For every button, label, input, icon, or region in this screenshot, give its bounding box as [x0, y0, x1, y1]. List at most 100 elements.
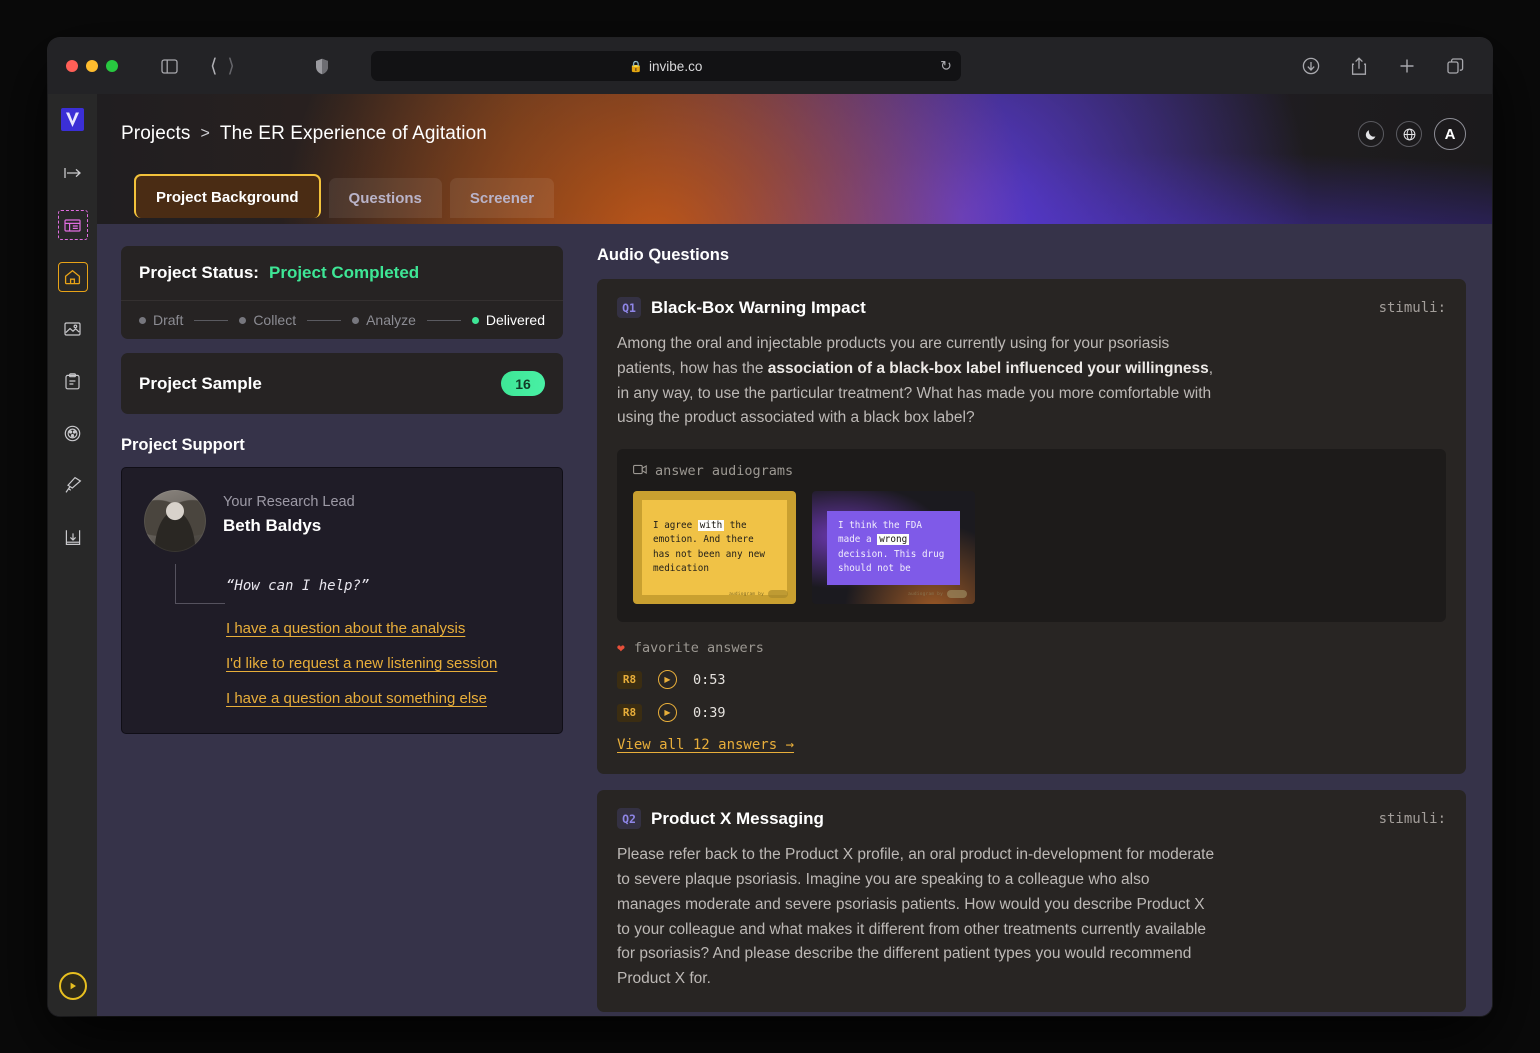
sidebar-item-home[interactable]: [57, 262, 88, 292]
new-tab-icon[interactable]: [1394, 53, 1420, 79]
sidebar-item-media[interactable]: [58, 314, 88, 344]
project-status-header: Project Status: Project Completed: [121, 246, 563, 301]
research-lead-name: Beth Baldys: [223, 516, 322, 535]
sidebar-item-reports[interactable]: [58, 366, 88, 396]
research-lead-role: Your Research Lead: [223, 494, 355, 510]
favorites-label-text: favorite answers: [633, 640, 764, 657]
moon-icon[interactable]: [1358, 121, 1384, 147]
tab-questions[interactable]: Questions: [328, 178, 442, 218]
step-dot: [239, 316, 247, 324]
question-badge: Q1: [617, 297, 641, 318]
question-body: Please refer back to the Product X profi…: [617, 846, 1215, 988]
project-status-label: Project Status:: [139, 263, 259, 282]
minimize-window-button[interactable]: [86, 60, 98, 72]
play-icon[interactable]: ▶: [658, 703, 677, 723]
project-sample-card[interactable]: Project Sample 16: [121, 353, 563, 414]
breadcrumb-separator: >: [200, 125, 210, 142]
support-link-listening-session[interactable]: I'd like to request a new listening sess…: [226, 655, 497, 672]
support-link-analysis[interactable]: I have a question about the analysis: [226, 620, 465, 637]
question-title: Black-Box Warning Impact: [651, 297, 866, 317]
caption-highlight: with: [697, 519, 725, 531]
support-link-other[interactable]: I have a question about something else: [226, 690, 487, 707]
watermark-text: audiogram by: [729, 591, 764, 597]
close-window-button[interactable]: [66, 60, 78, 72]
question-body-bold: association of a black-box label influen…: [767, 359, 1209, 377]
research-lead: Your Research Lead Beth Baldys: [144, 490, 540, 552]
question-card-q2: Q2 Product X Messaging stimuli: Please r…: [597, 790, 1466, 1012]
browser-toolbar: ⟨ ⟩ 🔒 invibe.co ↻: [48, 38, 1492, 94]
navigation-arrows[interactable]: ⟨ ⟩: [210, 57, 235, 76]
back-button[interactable]: ⟨: [210, 57, 217, 76]
address-bar[interactable]: 🔒 invibe.co ↻: [370, 51, 961, 81]
step-label: Analyze: [366, 312, 416, 328]
breadcrumb: Projects > The ER Experience of Agitatio…: [97, 94, 1492, 156]
step-label: Draft: [153, 312, 184, 328]
audiograms-label-text: answer audiograms: [655, 463, 794, 480]
globe-icon[interactable]: [1396, 121, 1422, 147]
question-header: Q1 Black-Box Warning Impact stimuli:: [617, 297, 1446, 318]
favorite-answer-row[interactable]: R8 ▶ 0:39: [617, 703, 1446, 723]
audio-questions-panel: Audio Questions Q1 Black-Box Warning Imp…: [587, 224, 1492, 1016]
answer-duration: 0:53: [693, 671, 726, 688]
status-step-analyze: Analyze: [352, 312, 416, 328]
reload-icon[interactable]: ↻: [940, 58, 952, 75]
audiogram-thumbnail-2[interactable]: I think the FDA made a wrong decision. T…: [812, 491, 975, 604]
view-all-answers-link[interactable]: View all 12 answers →: [617, 737, 794, 753]
audiogram-caption: I agree with the emotion. And there has …: [642, 500, 787, 596]
audiogram-watermark: audiogram by: [729, 590, 788, 599]
question-title: Product X Messaging: [651, 808, 824, 828]
project-sample-count: 16: [501, 371, 545, 396]
caption-after: decision. This drug should not be: [838, 548, 945, 575]
question-card-q1: Q1 Black-Box Warning Impact stimuli: Amo…: [597, 279, 1466, 775]
sidebar-item-downloads[interactable]: [58, 522, 88, 552]
tab-screener[interactable]: Screener: [449, 178, 555, 218]
answer-audiograms-label: answer audiograms: [633, 463, 1430, 479]
favorite-answers-panel: ❤ favorite answers R8 ▶ 0:53 R8 ▶ 0:39 V…: [617, 640, 1446, 754]
header-actions: A: [1358, 118, 1466, 150]
research-lead-meta: Your Research Lead Beth Baldys: [223, 490, 355, 536]
sidebar-toggle-icon[interactable]: [156, 53, 182, 79]
lock-icon: 🔒: [629, 60, 644, 73]
tab-bar: Project Background Questions Screener: [97, 156, 1492, 224]
maximize-window-button[interactable]: [106, 60, 118, 72]
caption-before: I agree: [653, 519, 698, 531]
desktop-background: ⟨ ⟩ 🔒 invibe.co ↻ Projects > The ER Expe…: [0, 0, 1540, 1053]
window-controls[interactable]: [66, 60, 118, 72]
sidebar-item-workspace[interactable]: [57, 210, 88, 240]
tab-overview-icon[interactable]: [1442, 53, 1468, 79]
step-connector: [307, 319, 342, 321]
support-links: I have a question about the analysis I'd…: [226, 620, 540, 707]
sidebar-item-collapse[interactable]: [58, 158, 88, 188]
question-header: Q2 Product X Messaging stimuli:: [617, 808, 1446, 830]
audio-questions-title: Audio Questions: [597, 246, 729, 264]
step-dot: [139, 316, 146, 324]
shield-icon[interactable]: [309, 53, 335, 79]
callout-connector: [175, 564, 225, 604]
respondent-badge: R8: [617, 703, 642, 722]
sidebar-item-explore[interactable]: [58, 470, 88, 500]
url-text: 🔒 invibe.co: [629, 59, 702, 74]
play-icon[interactable]: [58, 972, 87, 1000]
forward-button[interactable]: ⟩: [227, 57, 234, 76]
browser-window: ⟨ ⟩ 🔒 invibe.co ↻ Projects > The ER Expe…: [48, 38, 1492, 1016]
stimuli-label: stimuli:: [1378, 299, 1446, 316]
avatar[interactable]: A: [1434, 118, 1466, 150]
invibe-logo[interactable]: [60, 106, 86, 132]
audiogram-thumbnail-1[interactable]: I agree with the emotion. And there has …: [633, 491, 796, 605]
share-icon[interactable]: [1346, 53, 1372, 79]
breadcrumb-root[interactable]: Projects: [121, 123, 190, 145]
step-dot: [352, 316, 360, 324]
project-status-card: Project Status: Project Completed Draft: [121, 246, 563, 339]
step-label: Delivered: [485, 312, 545, 328]
application-root: Projects > The ER Experience of Agitatio…: [48, 94, 1492, 1016]
play-icon[interactable]: ▶: [658, 670, 677, 690]
favorite-answer-row[interactable]: R8 ▶ 0:53: [617, 670, 1446, 690]
tab-project-background[interactable]: Project Background: [134, 174, 321, 218]
watermark-text: audiogram by: [908, 591, 943, 597]
header-banner: Projects > The ER Experience of Agitatio…: [97, 94, 1492, 224]
audiogram-thumbnails: I agree with the emotion. And there has …: [633, 491, 1430, 605]
sidebar-item-recordings[interactable]: [58, 418, 88, 448]
audiogram-caption: I think the FDA made a wrong decision. T…: [827, 510, 960, 585]
download-icon[interactable]: [1298, 53, 1324, 79]
caption-highlight: wrong: [877, 534, 910, 546]
